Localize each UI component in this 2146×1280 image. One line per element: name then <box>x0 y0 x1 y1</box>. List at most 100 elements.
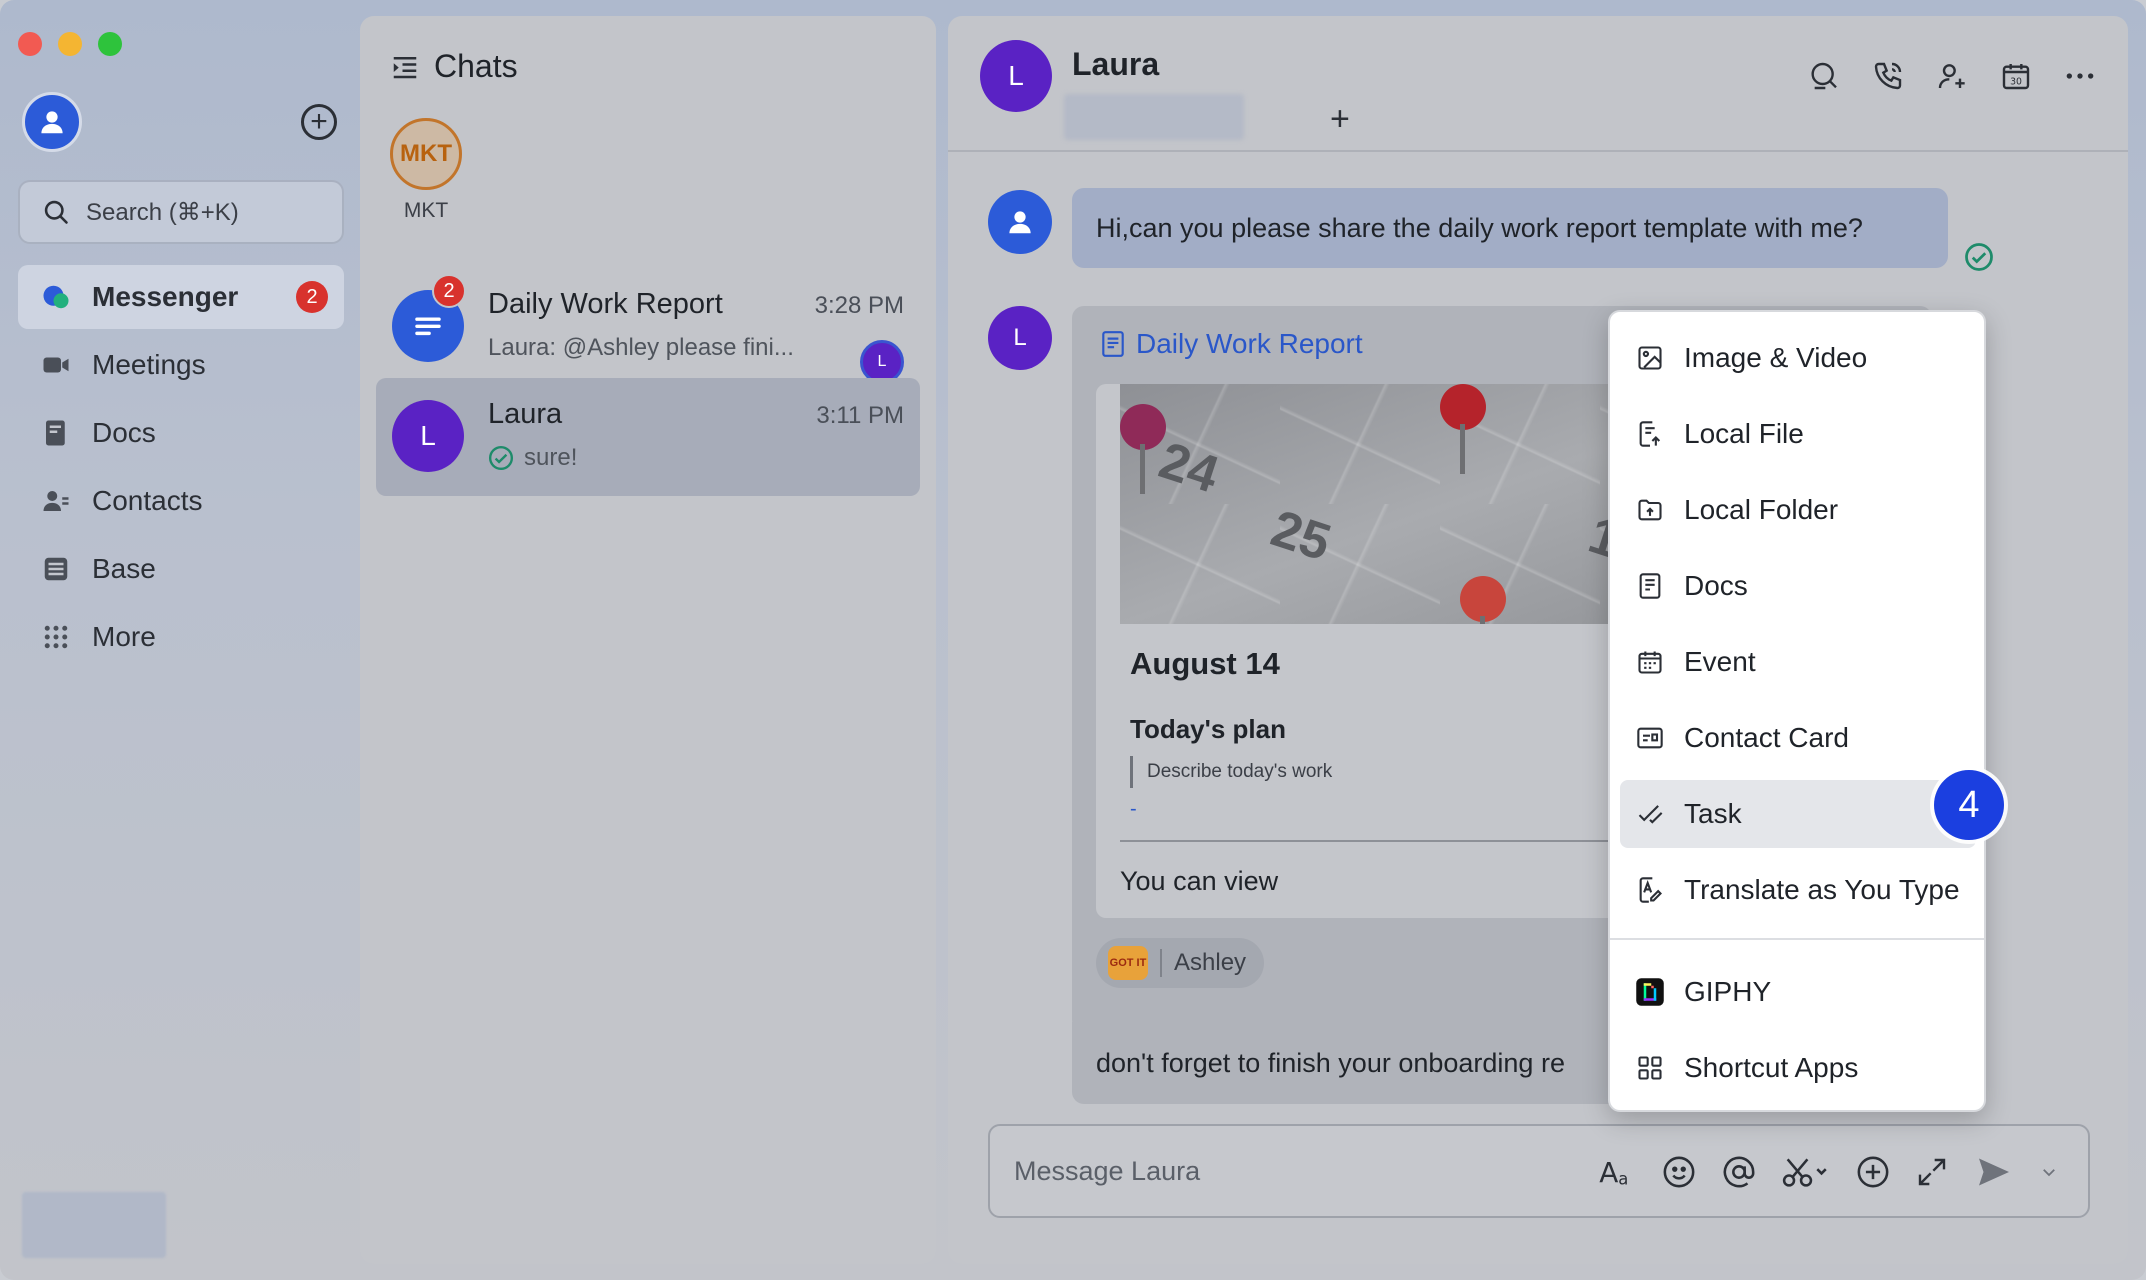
pushpin <box>1460 576 1506 624</box>
ellipsis-icon <box>2066 73 2094 79</box>
window-controls <box>18 32 122 56</box>
redacted-area <box>22 1192 166 1258</box>
folder-upload-icon <box>1634 494 1666 526</box>
text-format-icon: Aa <box>1599 1156 1628 1189</box>
sidebar-item-label: More <box>92 621 156 652</box>
sidebar-item-base[interactable]: Base <box>18 537 344 601</box>
chat-preview-text: Laura: @Ashley please fini... <box>488 334 794 361</box>
sender-avatar[interactable]: L <box>988 306 1052 370</box>
task-check-icon <box>1634 798 1666 830</box>
pushpin <box>1120 404 1166 494</box>
sidebar-item-contacts[interactable]: Contacts <box>18 469 344 533</box>
docs-icon <box>40 417 72 449</box>
menu-item-contact-card[interactable]: Contact Card <box>1620 704 1976 772</box>
conversation-header: L Laura + 30 <box>948 16 2128 152</box>
collapse-list-icon[interactable] <box>390 52 420 82</box>
menu-item-label: Event <box>1684 646 1756 677</box>
emoji-button[interactable] <box>1662 1152 1696 1192</box>
screenshot-button[interactable] <box>1782 1152 1830 1192</box>
sidebar-item-label: Meetings <box>92 349 206 380</box>
search-box[interactable]: Search (⌘+K) <box>18 180 344 244</box>
menu-item-event[interactable]: Event <box>1620 628 1976 696</box>
create-new-button[interactable]: + <box>301 104 337 140</box>
chat-name: Daily Work Report <box>488 288 723 320</box>
add-member-button[interactable] <box>1936 60 1968 92</box>
add-tab-button[interactable]: + <box>1330 100 1350 139</box>
user-icon <box>1009 211 1031 234</box>
base-icon <box>40 553 72 585</box>
grid-dots-icon <box>40 621 72 653</box>
file-upload-icon <box>1634 418 1666 450</box>
chat-avatar: L <box>392 400 464 472</box>
pinned-group-avatar[interactable]: MKT <box>390 118 462 190</box>
outgoing-message[interactable]: Hi,can you please share the daily work r… <box>1072 188 1948 268</box>
sidebar-item-more[interactable]: More <box>18 605 344 669</box>
my-avatar[interactable] <box>988 190 1052 254</box>
mention-button[interactable] <box>1722 1152 1756 1192</box>
chat-preview: Laura: @Ashley please fini... <box>488 334 794 362</box>
lines-icon <box>415 317 441 336</box>
send-options-button[interactable] <box>2040 1152 2058 1192</box>
message-input-placeholder: Message Laura <box>1014 1156 1201 1186</box>
menu-item-translate[interactable]: Translate as You Type <box>1620 856 1976 924</box>
attach-menu: Image & Video Local File Local Folder Do… <box>1608 310 1986 1112</box>
menu-item-giphy[interactable]: GIPHY <box>1620 958 1976 1026</box>
read-check-icon <box>488 445 514 471</box>
chat-preview-text: sure! <box>524 444 578 471</box>
chat-name: Laura <box>488 398 563 430</box>
read-status <box>1964 242 1994 277</box>
chat-item-laura[interactable]: L Laura 3:11 PM sure! <box>376 378 920 496</box>
sidebar-item-label: Base <box>92 553 156 584</box>
doc-icon <box>1102 331 1124 357</box>
calendar-button[interactable]: 30 <box>2000 60 2032 92</box>
menu-item-docs[interactable]: Docs <box>1620 552 1976 620</box>
chat-time: 3:11 PM <box>816 402 904 429</box>
doc-card-title-text: Daily Work Report <box>1136 328 1363 359</box>
attach-more-button[interactable] <box>1856 1152 1890 1192</box>
send-button[interactable] <box>1974 1152 2014 1192</box>
unread-badge: 2 <box>296 281 328 313</box>
svg-text:A: A <box>1599 1156 1618 1189</box>
card-bullet: - <box>1130 798 1137 820</box>
reaction-chip[interactable]: GOT IT Ashley <box>1096 938 1265 988</box>
menu-item-shortcut-apps[interactable]: Shortcut Apps <box>1620 1034 1976 1102</box>
chat-item-daily-work-report[interactable]: 2 Daily Work Report 3:28 PM Laura: @Ashl… <box>376 268 920 386</box>
menu-item-label: Image & Video <box>1684 342 1868 373</box>
calendar-icon <box>1634 646 1666 678</box>
video-camera-icon <box>40 349 72 381</box>
sidebar-item-label: Docs <box>92 417 156 448</box>
sidebar-item-meetings[interactable]: Meetings <box>18 333 344 397</box>
header-actions: 30 <box>1808 60 2096 92</box>
more-options-button[interactable] <box>2064 60 2096 92</box>
reaction-user: Ashley <box>1174 949 1247 976</box>
reaction-separator <box>1160 949 1162 977</box>
menu-item-label: Translate as You Type <box>1684 874 1960 905</box>
menu-item-local-folder[interactable]: Local Folder <box>1620 476 1976 544</box>
doc-card-title[interactable]: Daily Work Report <box>1100 328 1363 360</box>
send-icon <box>1979 1158 2009 1186</box>
menu-item-local-file[interactable]: Local File <box>1620 400 1976 468</box>
menu-item-task[interactable]: Task <box>1620 780 1976 848</box>
minimize-window-button[interactable] <box>58 32 82 56</box>
menu-item-label: GIPHY <box>1684 976 1772 1007</box>
conversation-title[interactable]: Laura <box>1072 46 1159 83</box>
profile-avatar[interactable] <box>22 92 82 152</box>
format-text-button[interactable]: Aa <box>1598 1152 1636 1192</box>
message-composer[interactable]: Message Laura Aa <box>988 1124 2090 1218</box>
expand-editor-button[interactable] <box>1916 1152 1948 1192</box>
docs-icon <box>1634 570 1666 602</box>
call-button[interactable] <box>1872 60 1904 92</box>
sidebar-item-messenger[interactable]: Messenger 2 <box>18 265 344 329</box>
chat-time: 3:28 PM <box>814 292 904 319</box>
chat-preview: sure! <box>488 444 577 472</box>
image-icon <box>1634 342 1666 374</box>
menu-item-image-video[interactable]: Image & Video <box>1620 324 1976 392</box>
conversation-avatar[interactable]: L <box>980 40 1052 112</box>
close-window-button[interactable] <box>18 32 42 56</box>
step-number-badge: 4 <box>1934 770 2004 840</box>
sidebar-item-docs[interactable]: Docs <box>18 401 344 465</box>
zoom-window-button[interactable] <box>98 32 122 56</box>
search-chat-button[interactable] <box>1808 60 1840 92</box>
composer-toolbar: Aa <box>1598 1152 2058 1192</box>
messenger-icon <box>40 281 72 313</box>
